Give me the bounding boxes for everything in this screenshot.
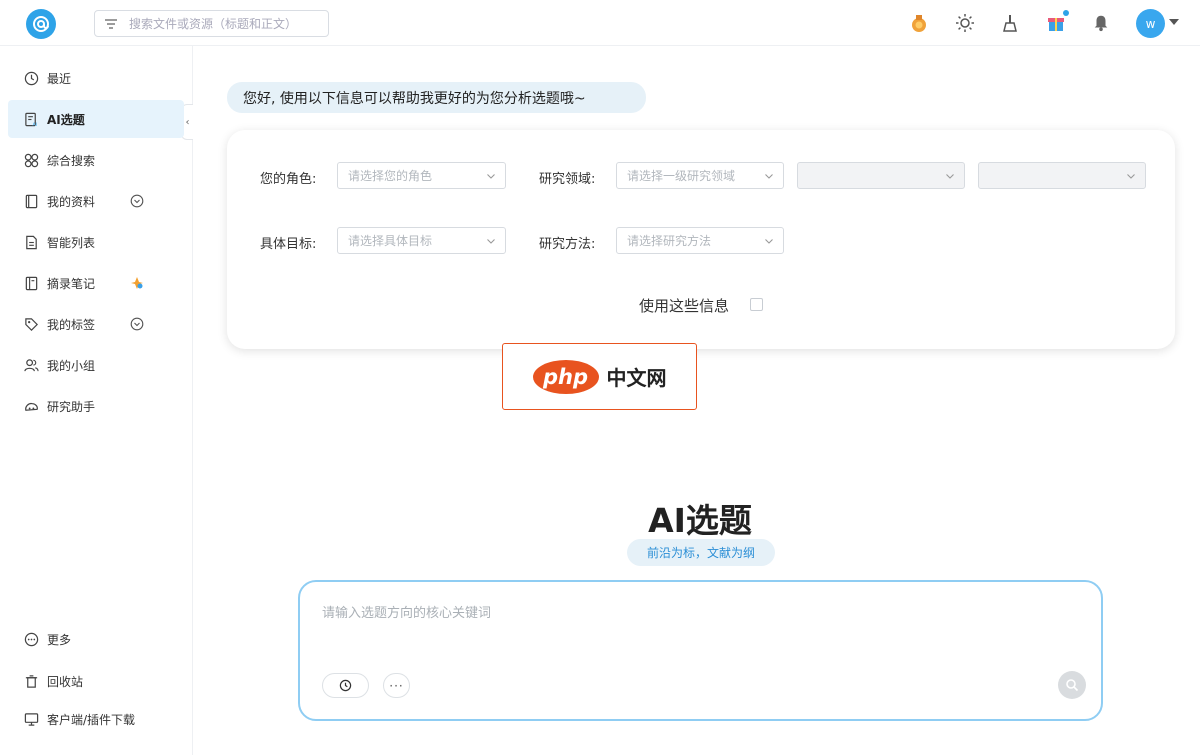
chevron-down-icon <box>487 239 495 244</box>
sidebar-item-more[interactable]: 更多 <box>8 620 184 658</box>
notebook-icon <box>23 275 39 291</box>
bell-icon[interactable] <box>1090 12 1112 34</box>
sidebar-item-label: 我的标签 <box>47 317 96 332</box>
sidebar-item-smart-list[interactable]: 智能列表 <box>8 223 184 261</box>
method-placeholder: 请选择研究方法 <box>627 234 712 248</box>
chevron-down-icon <box>487 174 495 179</box>
keyword-input-box: ··· <box>298 580 1103 721</box>
sidebar: ‹ 最近 AI AI选题 综合搜索 我的资料 智能列表 摘录笔记 我的标签 我的… <box>0 46 193 755</box>
sidebar-item-my-materials[interactable]: 我的资料 <box>8 182 184 220</box>
book-icon <box>23 193 39 209</box>
search-submit-button[interactable] <box>1058 671 1086 699</box>
field-select-level1[interactable]: 请选择一级研究领域 <box>616 162 784 189</box>
sidebar-item-excerpt-notes[interactable]: 摘录笔记 <box>8 264 184 302</box>
sidebar-item-label: 综合搜索 <box>47 153 96 168</box>
gift-icon[interactable] <box>1045 10 1069 34</box>
sidebar-item-download[interactable]: 客户端/插件下载 <box>8 700 184 738</box>
filter-icon[interactable] <box>103 16 119 32</box>
greeting-text: 您好, 使用以下信息可以帮助我更好的为您分析选题哦~ <box>243 90 586 107</box>
field-select-level3[interactable] <box>978 162 1146 189</box>
chevron-down-icon[interactable] <box>130 317 144 331</box>
more-circle-icon <box>23 631 39 647</box>
sidebar-item-my-groups[interactable]: 我的小组 <box>8 346 184 384</box>
search-bar[interactable] <box>94 10 329 37</box>
subtitle-tag: 前沿为标，文献为纲 <box>627 539 775 566</box>
watermark-cn: 中文网 <box>606 366 667 390</box>
field-placeholder: 请选择一级研究领域 <box>627 169 736 183</box>
medal-icon[interactable] <box>908 12 930 34</box>
clock-icon <box>23 70 39 86</box>
sidebar-item-my-tags[interactable]: 我的标签 <box>8 305 184 343</box>
chevron-down-icon <box>765 239 773 244</box>
role-select[interactable]: 请选择您的角色 <box>337 162 506 189</box>
chevron-left-icon: ‹ <box>185 116 190 128</box>
trash-icon <box>23 673 39 689</box>
smart-list-icon <box>23 234 39 250</box>
sidebar-item-label: AI选题 <box>47 112 85 127</box>
role-label: 您的角色: <box>260 172 317 187</box>
sidebar-item-label: 更多 <box>47 632 72 647</box>
more-dots-icon: ··· <box>389 678 404 693</box>
use-info-label: 使用这些信息 <box>639 297 730 315</box>
sidebar-item-ai-topic[interactable]: AI AI选题 <box>8 100 184 138</box>
use-info-checkbox[interactable] <box>750 298 763 311</box>
field-select-level2[interactable] <box>797 162 965 189</box>
ai-doc-icon: AI <box>23 111 39 127</box>
chevron-down-icon <box>946 174 954 179</box>
history-button[interactable] <box>322 673 369 698</box>
at-logo-icon <box>33 16 49 32</box>
broom-icon[interactable] <box>999 12 1021 34</box>
method-select[interactable]: 请选择研究方法 <box>616 227 784 254</box>
grid-search-icon <box>23 152 39 168</box>
role-placeholder: 请选择您的角色 <box>348 169 433 183</box>
chevron-down-icon <box>765 174 773 179</box>
subtitle-text: 前沿为标，文献为纲 <box>646 546 755 560</box>
chevron-down-icon[interactable] <box>130 194 144 208</box>
goal-label: 具体目标: <box>260 237 317 252</box>
sidebar-item-search[interactable]: 综合搜索 <box>8 141 184 179</box>
history-icon <box>339 679 352 692</box>
more-options-button[interactable]: ··· <box>383 673 410 698</box>
page-title: AI选题 <box>648 501 752 540</box>
sidebar-item-research-assistant[interactable]: 研究助手 <box>8 387 184 425</box>
sun-icon[interactable] <box>954 12 976 34</box>
avatar-letter: w <box>1145 16 1156 31</box>
field-label: 研究领域: <box>539 172 596 187</box>
sidebar-item-label: 摘录笔记 <box>47 276 96 291</box>
assistant-icon <box>23 398 39 414</box>
sidebar-item-label: 研究助手 <box>47 399 96 414</box>
greeting-bubble: 您好, 使用以下信息可以帮助我更好的为您分析选题哦~ <box>227 82 646 113</box>
notification-dot <box>1063 10 1069 16</box>
goal-select[interactable]: 请选择具体目标 <box>337 227 506 254</box>
search-icon <box>1066 679 1079 692</box>
user-avatar[interactable]: w <box>1136 9 1165 38</box>
sidebar-item-label: 最近 <box>47 71 72 86</box>
method-label: 研究方法: <box>539 237 596 252</box>
sidebar-item-recycle-bin[interactable]: 回收站 <box>8 662 184 700</box>
goal-placeholder: 请选择具体目标 <box>348 234 433 248</box>
info-form-card: 您的角色: 请选择您的角色 研究领域: 请选择一级研究领域 具体目标: 请选择具… <box>227 130 1175 349</box>
sidebar-item-label: 回收站 <box>47 674 84 689</box>
search-input[interactable] <box>129 16 319 31</box>
sidebar-item-label: 我的小组 <box>47 358 96 373</box>
keyword-input[interactable] <box>322 602 1062 642</box>
group-icon <box>23 357 39 373</box>
top-bar: w <box>0 0 1200 46</box>
sidebar-item-label: 客户端/插件下载 <box>47 712 136 727</box>
sidebar-item-recent[interactable]: 最近 <box>8 59 184 97</box>
sparkle-icon <box>131 277 143 289</box>
app-logo[interactable] <box>26 9 56 39</box>
chevron-down-icon <box>1127 174 1135 179</box>
avatar-caret-icon[interactable] <box>1169 19 1179 25</box>
svg-text:AI: AI <box>32 122 37 127</box>
php-watermark-logo: php 中文网 <box>502 343 697 410</box>
watermark-php: php <box>532 359 599 394</box>
sidebar-item-label: 智能列表 <box>47 235 96 250</box>
tag-icon <box>23 316 39 332</box>
monitor-icon <box>23 711 39 727</box>
sidebar-item-label: 我的资料 <box>47 194 96 209</box>
